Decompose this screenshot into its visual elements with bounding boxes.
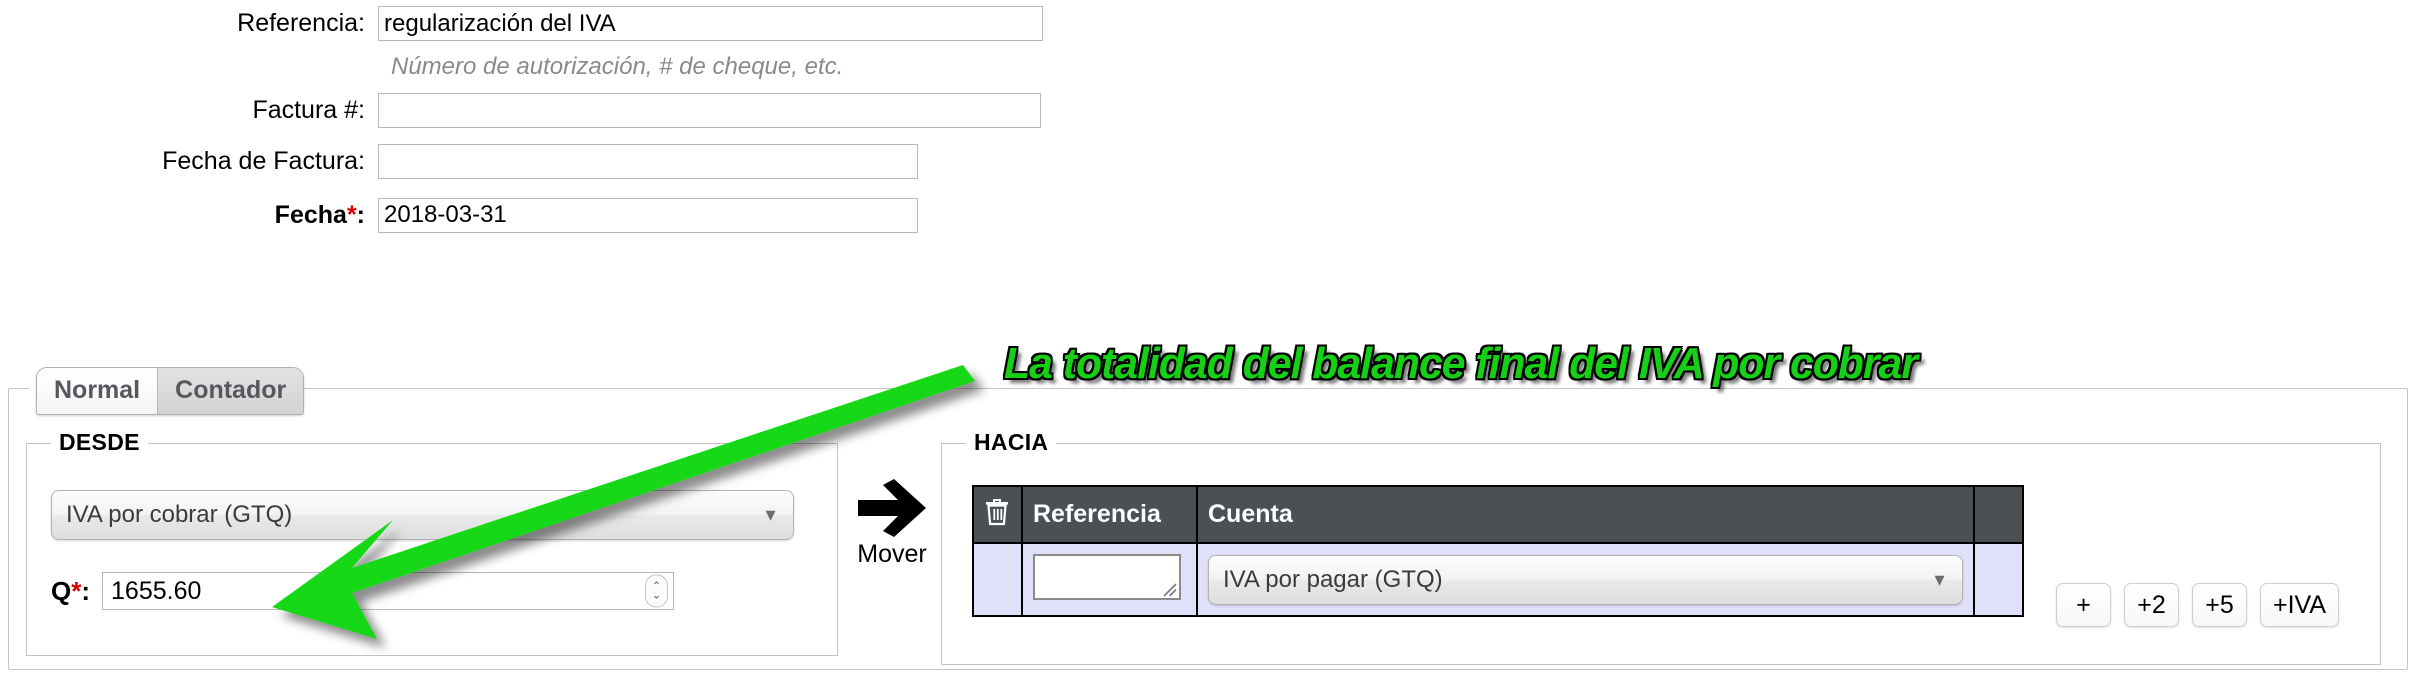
q-label: Q*: [51,576,90,607]
desde-account-value: IVA por cobrar (GTQ) [66,501,293,528]
table-header-row: Referencia Cuenta [974,487,2022,543]
fecha-required-star: * [346,200,357,229]
row-cuenta-select[interactable]: IVA por pagar (GTQ) ▼ [1208,554,1963,605]
tab-bar: Normal Contador [36,367,305,416]
top-form: Referencia: Número de autorización, # de… [0,0,1100,242]
desde-legend: DESDE [51,429,148,456]
table-row: IVA por pagar (GTQ) ▼ [974,542,2022,615]
fecha-input[interactable] [378,197,918,233]
cell-delete[interactable] [974,542,1023,615]
fecha-label-colon: : [356,200,365,229]
form-row-fecha: Fecha*: [0,188,1100,242]
stepper-down-icon[interactable]: ⌄ [652,590,661,601]
mover-label: Mover [857,540,927,568]
column-header-referencia: Referencia [1022,487,1198,543]
chevron-down-icon: ▼ [762,505,779,525]
mover-indicator: Mover [851,478,933,569]
arrow-right-icon [851,478,933,538]
q-label-text: Q [51,575,72,606]
column-header-cuenta: Cuenta [1197,487,1975,543]
column-header-delete [974,487,1023,543]
tab-normal[interactable]: Normal [37,368,158,415]
row-referencia-textarea[interactable] [1033,554,1181,600]
q-amount-field[interactable]: 1655.60 ⌃ ⌄ [102,572,675,610]
desde-amount-row: Q*: 1655.60 ⌃ ⌄ [51,572,675,610]
hacia-table: Referencia Cuenta IVA por pagar (GTQ) ▼ [972,485,2024,617]
trash-icon[interactable] [984,497,1010,526]
cell-referencia [1022,542,1198,615]
referencia-input[interactable] [378,6,1043,41]
desde-account-select[interactable]: IVA por cobrar (GTQ) ▼ [51,490,794,540]
fecha-label-text: Fecha [274,200,347,229]
referencia-label: Referencia: [237,9,365,37]
form-row-fecha-factura: Fecha de Factura: [0,134,1100,188]
quantity-stepper[interactable]: ⌃ ⌄ [645,574,669,608]
row-cuenta-value: IVA por pagar (GTQ) [1223,565,1443,593]
add-two-rows-button[interactable]: +2 [2124,583,2179,627]
add-five-rows-button[interactable]: +5 [2192,583,2247,627]
q-required-star: * [71,575,82,606]
add-row-buttons: + +2 +5 +IVA [2056,583,2340,627]
cell-extra [1974,542,2022,615]
add-one-row-button[interactable]: + [2056,583,2111,627]
q-amount-value: 1655.60 [111,576,202,605]
desde-fieldset: DESDE IVA por cobrar (GTQ) ▼ Q*: 1655.60… [26,429,838,656]
q-label-colon: : [81,575,91,606]
chevron-down-icon: ▼ [1931,570,1948,589]
referencia-helper-text: Número de autorización, # de cheque, etc… [391,53,844,80]
referencia-helper-row: Número de autorización, # de cheque, etc… [0,47,1100,87]
column-header-extra [1974,487,2022,543]
fecha-label: Fecha*: [0,201,378,230]
tab-contador[interactable]: Contador [157,368,304,415]
fecha-factura-input[interactable] [378,143,918,179]
form-row-referencia: Referencia: [0,0,1100,47]
add-iva-row-button[interactable]: +IVA [2260,583,2340,627]
form-row-factura: Factura #: [0,87,1100,134]
factura-input[interactable] [378,93,1041,128]
hacia-legend: HACIA [966,429,1057,456]
cell-cuenta: IVA por pagar (GTQ) ▼ [1197,542,1975,615]
fecha-factura-label: Fecha de Factura: [162,146,365,175]
annotation-text: La totalidad del balance final del IVA p… [1004,339,1918,388]
factura-label: Factura #: [252,96,365,124]
